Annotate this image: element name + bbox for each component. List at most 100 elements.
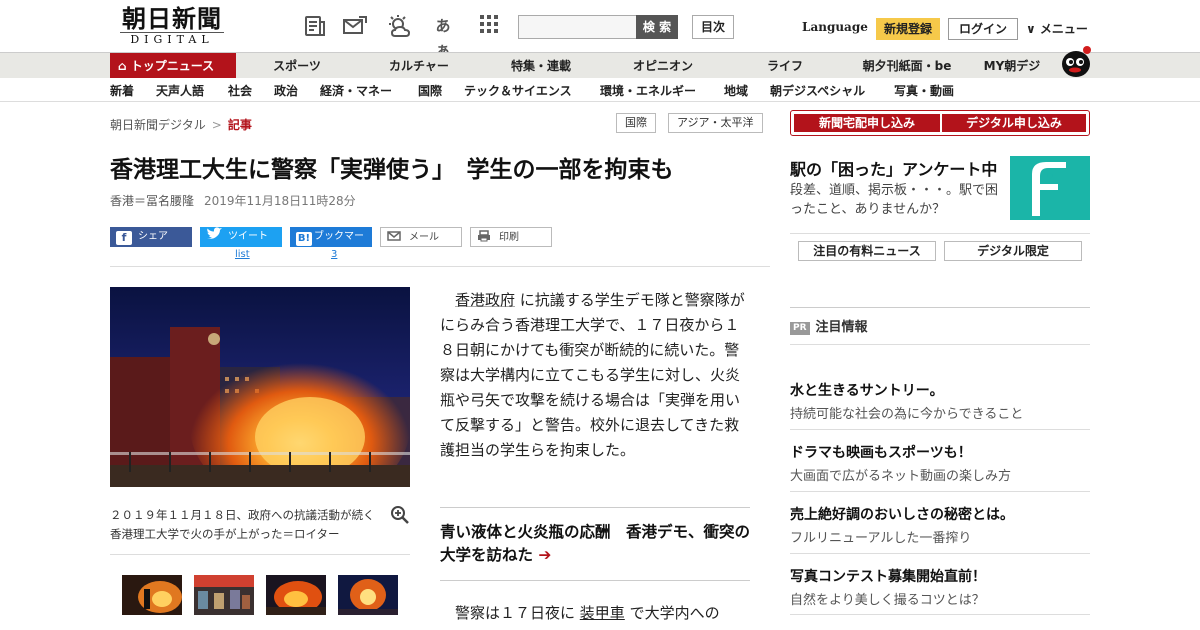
subnav-item[interactable]: 環境・エネルギー <box>600 82 696 99</box>
nav-item[interactable]: オピニオン <box>608 53 718 79</box>
divider <box>790 491 1090 492</box>
subnav-item[interactable]: 国際 <box>418 82 442 99</box>
nav-item[interactable]: スポーツ <box>242 53 352 79</box>
secondary-nav: 新着 天声人語 社会 政治 経済・マネー 国際 テック＆サイエンス 環境・エネル… <box>0 78 1200 102</box>
divider <box>440 580 750 581</box>
tab-paid-news[interactable]: 注目の有料ニュース <box>798 241 936 261</box>
mail-icon <box>387 230 403 244</box>
photo-thumbnail[interactable] <box>338 575 398 615</box>
login-button[interactable]: ログイン <box>948 18 1018 40</box>
breadcrumb-separator: > <box>211 118 222 132</box>
weather-icon[interactable] <box>386 14 412 38</box>
twitter-count-link[interactable]: list <box>235 249 250 260</box>
inline-link[interactable]: 香港政府 <box>455 291 515 309</box>
survey-face-icon[interactable] <box>1010 156 1090 220</box>
pr-item-subtitle[interactable]: フルリニューアルした一番搾り <box>790 527 971 546</box>
survey-title[interactable]: 駅の「困った」アンケート中 <box>790 156 997 180</box>
byline: 香港＝冨名腰隆 2019年11月18日11時28分 <box>110 192 356 209</box>
subnav-item[interactable]: 地域 <box>724 82 748 99</box>
pr-item-subtitle[interactable]: 自然をより美しく撮るコツとは？ <box>790 589 985 608</box>
divider <box>790 344 1090 345</box>
print-button[interactable]: 印刷 <box>470 227 552 247</box>
pr-heading-label: 注目情報 <box>815 320 868 335</box>
topic-tag[interactable]: 国際 <box>616 113 656 133</box>
pr-item-title[interactable]: 水と生きるサントリー。 <box>790 380 944 400</box>
article-body-paragraph: 香港政府 に抗議する学生デモ隊と警察隊がにらみ合う香港理工大学で、１７日夜から１… <box>440 288 750 463</box>
home-icon: ⌂ <box>118 59 131 73</box>
subscribe-box: 新聞宅配申し込み デジタル申し込み <box>790 110 1090 136</box>
related-article-link[interactable]: 青い液体と火炎瓶の応酬 香港デモ、衝突の大学を訪ねた ➔ <box>440 521 750 567</box>
mail-icon[interactable] <box>342 14 368 38</box>
font-size-icon[interactable]: あぁ <box>430 14 456 59</box>
divider <box>790 429 1090 430</box>
nav-top-news[interactable]: ⌂ トップニュース <box>110 53 236 79</box>
subnav-item[interactable]: 新着 <box>110 82 134 99</box>
mail-share-button[interactable]: メール <box>380 227 462 247</box>
search-input[interactable] <box>518 15 638 39</box>
newspaper-icon[interactable] <box>302 14 328 38</box>
divider <box>790 614 1090 615</box>
subnav-item[interactable]: 経済・マネー <box>320 82 392 99</box>
article-author: 香港＝冨名腰隆 <box>110 194 195 208</box>
subscribe-digital-button[interactable]: デジタル申し込み <box>942 114 1086 132</box>
site-logo[interactable]: 朝日新聞 DIGITAL <box>112 6 232 48</box>
pr-heading: PR 注目情報 <box>790 316 868 335</box>
divider <box>440 507 750 508</box>
hatena-count-link[interactable]: 3 <box>331 249 337 260</box>
subnav-item[interactable]: 朝デジスペシャル <box>770 82 865 99</box>
photo-thumbnail[interactable] <box>122 575 182 615</box>
pr-item-subtitle[interactable]: 持続可能な社会の為に今からできること <box>790 403 1023 422</box>
pr-item-title[interactable]: 売上絶好調のおいしさの秘密とは。 <box>790 504 1014 524</box>
language-link[interactable]: Language <box>802 20 868 34</box>
facebook-icon: f <box>116 231 132 245</box>
subscribe-paper-button[interactable]: 新聞宅配申し込み <box>794 114 940 132</box>
logo-japanese: 朝日新聞 <box>122 4 222 33</box>
search-button[interactable]: 検 索 <box>636 15 678 39</box>
article-photo[interactable] <box>110 287 410 487</box>
photo-thumbnail[interactable] <box>266 575 326 615</box>
photo-thumbnail[interactable] <box>194 575 254 615</box>
photo-caption: ２０１９年１１月１８日、政府への抗議活動が続く香港理工大学で火の手が上がった＝ロ… <box>110 508 375 541</box>
nav-item[interactable]: カルチャー <box>364 53 474 79</box>
article-body-text: 警察は１７日夜に <box>455 604 580 622</box>
hatena-bookmark-button[interactable]: B! ブックマーク <box>290 227 372 262</box>
grid-icon[interactable] <box>476 14 502 38</box>
article-body-paragraph: 警察は１７日夜に 装甲車 で大学内への <box>440 601 750 626</box>
divider <box>790 233 1090 234</box>
pr-item-subtitle[interactable]: 大画面で広がるネット動画の楽しみ方 <box>790 465 1011 484</box>
article-date: 2019年11月18日11時28分 <box>204 194 356 208</box>
nav-item[interactable]: MY朝デジ <box>962 53 1062 79</box>
nav-item[interactable]: ライフ <box>730 53 840 79</box>
pr-item-title[interactable]: 写真コンテスト募集開始直前！ <box>790 566 986 586</box>
menu-button[interactable]: ∨ メニュー <box>1026 20 1088 37</box>
nav-item[interactable]: 朝夕刊紙面・be <box>852 53 962 79</box>
subnav-item[interactable]: 政治 <box>274 82 298 99</box>
subnav-item[interactable]: テック＆サイエンス <box>464 82 572 99</box>
divider <box>110 266 770 267</box>
twitter-icon <box>206 227 222 241</box>
topic-tag[interactable]: アジア・太平洋 <box>668 113 763 133</box>
divider <box>110 554 410 555</box>
breadcrumb-home[interactable]: 朝日新聞デジタル <box>110 118 206 132</box>
twitter-share-label: ツイート <box>228 231 268 242</box>
twitter-share-button[interactable]: ツイート <box>200 227 282 247</box>
tab-digital-only[interactable]: デジタル限定 <box>944 241 1082 261</box>
nav-top-news-label: トップニュース <box>130 59 215 73</box>
divider <box>790 307 1090 308</box>
pr-item-title[interactable]: ドラマも映画もスポーツも！ <box>790 442 972 462</box>
zoom-icon[interactable] <box>390 505 410 525</box>
article-body-text: で大学内への <box>624 604 720 622</box>
mascot-icon[interactable] <box>1060 44 1092 78</box>
contents-button[interactable]: 目次 <box>692 15 734 39</box>
related-article-title: 青い液体と火炎瓶の応酬 香港デモ、衝突の大学を訪ねた <box>440 523 751 564</box>
facebook-share-button[interactable]: f シェア <box>110 227 192 247</box>
subnav-item[interactable]: 天声人語 <box>156 82 204 99</box>
register-button[interactable]: 新規登録 <box>876 18 940 40</box>
logo-english: DIGITAL <box>120 32 224 46</box>
nav-item[interactable]: 特集・連載 <box>486 53 596 79</box>
subnav-item[interactable]: 社会 <box>228 82 252 99</box>
inline-link[interactable]: 装甲車 <box>580 604 625 622</box>
breadcrumb: 朝日新聞デジタル > 記事 <box>110 116 252 133</box>
survey-text: 段差、道順、掲示板・・・。駅で困ったこと、ありませんか？ <box>790 183 999 217</box>
subnav-item[interactable]: 写真・動画 <box>894 82 954 99</box>
